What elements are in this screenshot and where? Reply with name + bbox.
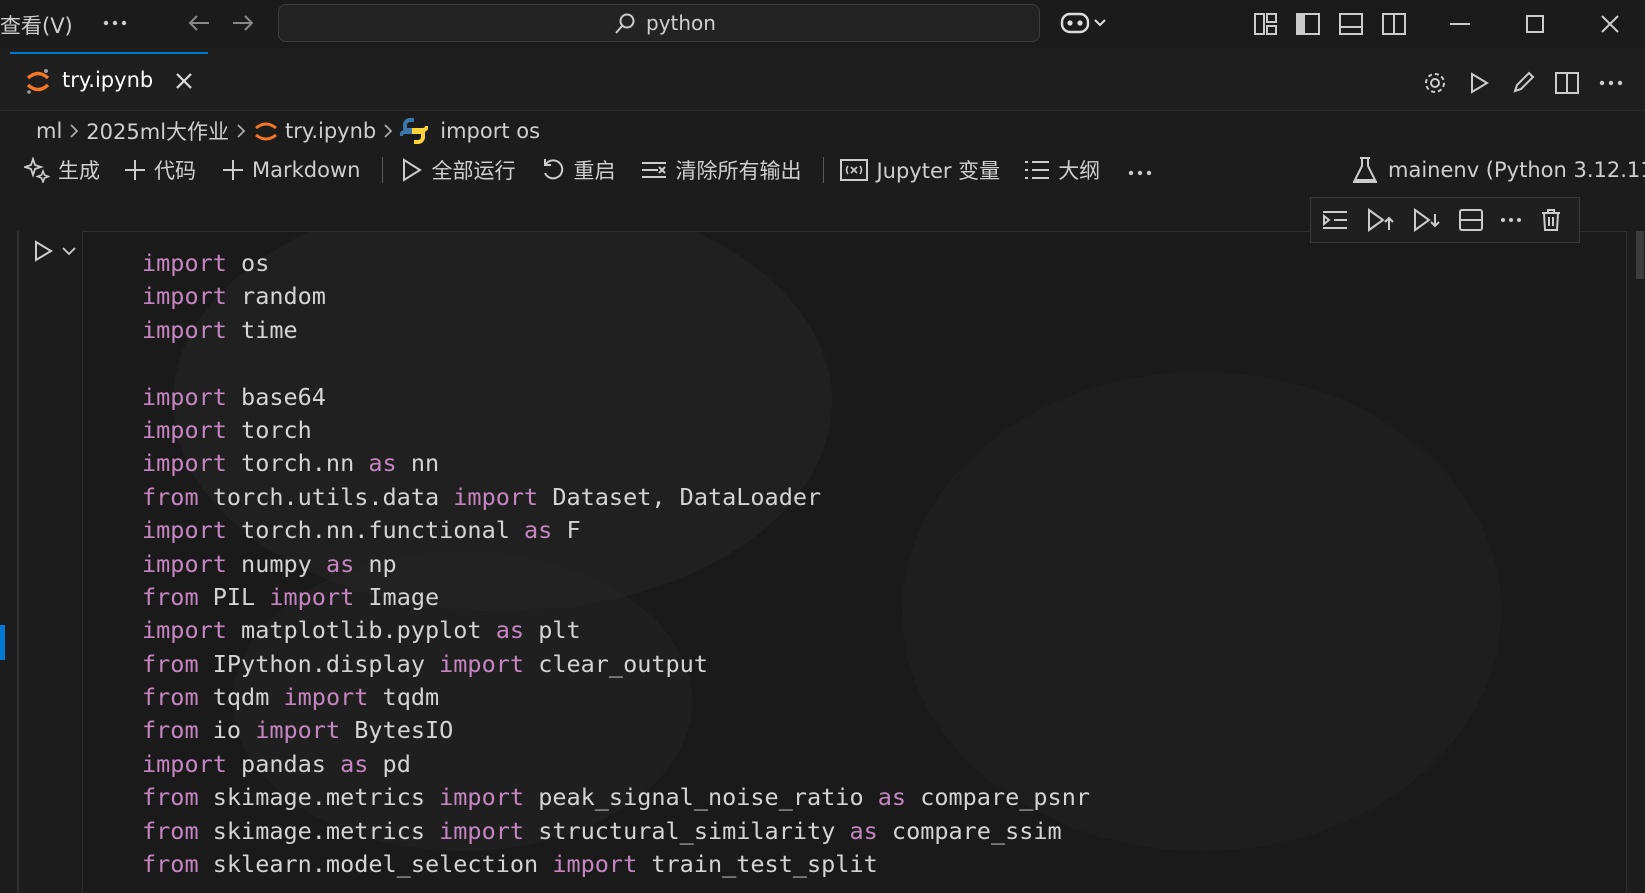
- toggle-secondary-sidebar-icon[interactable]: [1378, 8, 1410, 40]
- code-line: from skimage.metrics import peak_signal_…: [142, 783, 1090, 812]
- code-line: from sklearn.model_selection import trai…: [142, 850, 878, 879]
- code-line: import pandas as pd: [142, 749, 411, 778]
- split-cell-icon[interactable]: [1455, 205, 1487, 235]
- code-line: import torch.nn.functional as F: [142, 516, 581, 545]
- minimize-icon[interactable]: [1440, 8, 1480, 40]
- clear-all-icon: [642, 162, 667, 178]
- outline-list-icon: [1025, 161, 1050, 179]
- run-all-icon: [403, 158, 423, 182]
- add-code-cell-button[interactable]: 代码: [124, 155, 196, 185]
- jupyter-variables-button[interactable]: Jupyter 变量: [840, 155, 1000, 185]
- forward-arrow-icon[interactable]: [228, 6, 258, 40]
- toggle-panel-icon[interactable]: [1335, 8, 1367, 40]
- toggle-primary-sidebar-icon[interactable]: [1292, 8, 1324, 40]
- code-line: import os: [142, 249, 270, 277]
- cell-toolbar: [1310, 197, 1580, 243]
- code-line: import matplotlib.pyplot as plt: [142, 616, 581, 645]
- breadcrumb-item-symbol[interactable]: import os: [440, 119, 540, 143]
- jupyter-icon: [255, 122, 277, 141]
- settings-gear-icon[interactable]: [1418, 66, 1452, 100]
- python-icon: [400, 118, 429, 144]
- tab-close-icon[interactable]: [174, 71, 194, 91]
- run-all-button[interactable]: 全部运行: [401, 155, 515, 185]
- run-icon[interactable]: [1462, 66, 1496, 100]
- code-line: import time: [142, 315, 298, 344]
- breadcrumb-item-file[interactable]: try.ipynb: [285, 119, 376, 143]
- tab-try-ipynb[interactable]: try.ipynb: [10, 52, 208, 110]
- plus-icon: [223, 160, 243, 180]
- execute-above-icon[interactable]: [1365, 205, 1397, 235]
- breadcrumb-item-folder[interactable]: 2025ml大作业: [86, 116, 229, 146]
- code-line: from io import BytesIO: [142, 716, 454, 745]
- search-icon: [615, 13, 635, 34]
- delete-cell-trash-icon[interactable]: [1535, 205, 1567, 235]
- pencil-icon[interactable]: [1506, 66, 1540, 100]
- breadcrumb-item-ml[interactable]: ml: [36, 119, 62, 143]
- code-line: from IPython.display import clear_output: [142, 649, 708, 678]
- toolbar-divider: [382, 157, 384, 183]
- kernel-picker[interactable]: mainenv (Python 3.12.11): [1352, 152, 1645, 188]
- tab-bar: [0, 48, 1645, 111]
- clear-all-outputs-button[interactable]: 清除所有输出: [641, 155, 801, 185]
- generate-button[interactable]: 生成: [24, 155, 100, 185]
- scrollbar-thumb[interactable]: [1636, 231, 1644, 279]
- outline-button[interactable]: 大纲: [1024, 155, 1100, 185]
- notebook-toolbar: 生成 代码 Markdown 全部运行 重启 清除所有输出 Jupyter 变量…: [24, 152, 1152, 188]
- kernel-flask-icon: [1353, 157, 1377, 183]
- cell-more-icon[interactable]: [1495, 205, 1527, 235]
- code-line: import torch: [142, 415, 312, 444]
- toolbar-divider: [823, 157, 825, 183]
- code-line: import torch.nn as nn: [142, 449, 440, 478]
- chevron-right-icon: [237, 124, 246, 138]
- vertical-scrollbar[interactable]: [1633, 231, 1645, 893]
- toolbar-more-icon[interactable]: [1128, 161, 1152, 180]
- chevron-right-icon: [384, 124, 393, 138]
- command-center-search[interactable]: python: [278, 4, 1040, 42]
- restart-icon: [544, 159, 564, 180]
- code-cell-editor[interactable]: import os import random import time import …: [82, 231, 1627, 893]
- back-arrow-icon[interactable]: [184, 6, 214, 40]
- customize-layout-icon[interactable]: [1250, 8, 1282, 40]
- add-markdown-cell-button[interactable]: Markdown: [222, 158, 360, 182]
- menu-view[interactable]: 查看(V): [0, 10, 73, 40]
- kernel-label: mainenv (Python 3.12.11): [1388, 158, 1645, 182]
- variables-icon: [840, 159, 869, 181]
- code-line: from torch.utils.data import Dataset, Da…: [142, 482, 822, 511]
- sparkle-icon: [24, 157, 50, 183]
- cell-gutter-line: [17, 231, 19, 893]
- run-by-line-icon[interactable]: [1319, 205, 1351, 235]
- jupyter-icon: [26, 69, 50, 94]
- copilot-icon[interactable]: [1058, 6, 1110, 40]
- execute-options-chevron-icon[interactable]: [60, 241, 78, 261]
- restart-button[interactable]: 重启: [541, 155, 615, 185]
- split-editor-icon[interactable]: [1550, 66, 1584, 100]
- code-line: import random: [142, 282, 326, 311]
- focus-indicator: [0, 625, 5, 660]
- code-line: from tqdm import tqdm: [142, 683, 440, 712]
- code-line: import base64: [142, 382, 326, 411]
- close-window-icon[interactable]: [1590, 8, 1630, 40]
- tab-label: try.ipynb: [62, 68, 154, 92]
- code-block: import os import random import time import …: [142, 247, 1090, 881]
- more-menu-icon[interactable]: [100, 6, 130, 40]
- code-line: from PIL import Image: [142, 582, 440, 611]
- execute-cell-icon[interactable]: [30, 237, 56, 265]
- code-line: from skimage.metrics import structural_s…: [142, 816, 1062, 845]
- chevron-right-icon: [70, 124, 79, 138]
- plus-icon: [125, 160, 145, 180]
- more-actions-icon[interactable]: [1594, 66, 1628, 100]
- search-text: python: [646, 11, 716, 35]
- code-line: import numpy as np: [142, 549, 397, 578]
- maximize-icon[interactable]: [1515, 8, 1555, 40]
- execute-below-icon[interactable]: [1411, 205, 1443, 235]
- breadcrumb: ml 2025ml大作业 try.ipynb import os: [36, 116, 540, 146]
